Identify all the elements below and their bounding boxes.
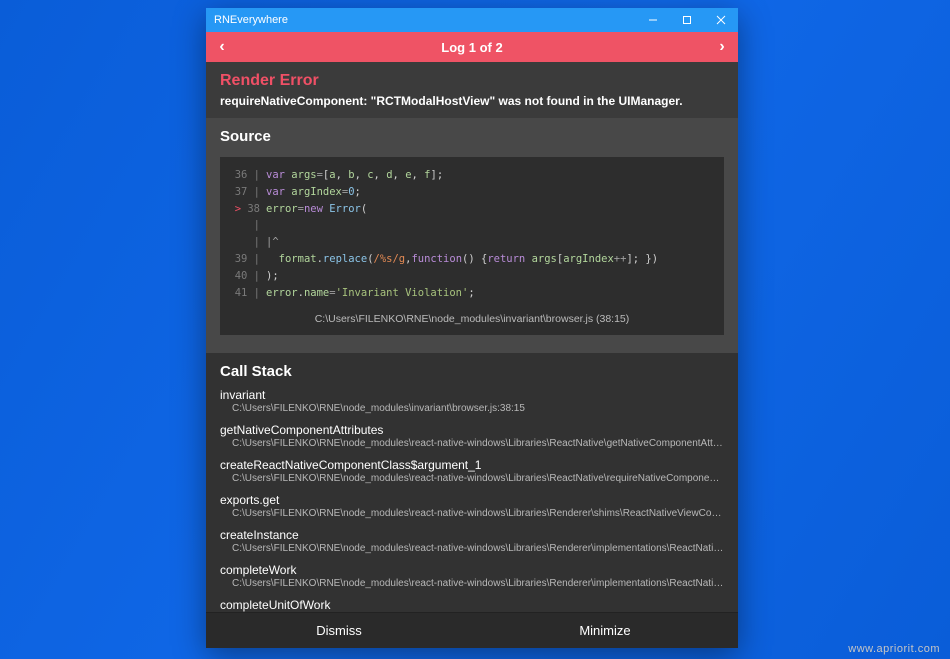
error-title: Render Error [220, 72, 724, 90]
source-code: var argIndex=0; [266, 184, 361, 201]
source-heading: Source [206, 118, 738, 151]
source-code: |^ [266, 234, 279, 251]
window-controls [636, 8, 738, 32]
source-file-path: C:\Users\FILENKO\RNE\node_modules\invari… [232, 313, 712, 325]
dismiss-button[interactable]: Dismiss [206, 613, 472, 648]
minimize-button[interactable]: Minimize [472, 613, 738, 648]
callstack-item[interactable]: exports.getC:\Users\FILENKO\RNE\node_mod… [220, 493, 724, 520]
callstack-function-name: exports.get [220, 493, 724, 507]
callstack-item[interactable]: completeUnitOfWork [220, 598, 724, 612]
line-gutter: 36 | [232, 167, 266, 184]
close-window-button[interactable] [704, 8, 738, 32]
source-code-block: 36 |var args=[a, b, c, d, e, f];37 |var … [220, 157, 724, 335]
app-window: RNEverywhere ‹ Log 1 of 2 › Render Error… [206, 8, 738, 648]
source-line: 40 |); [232, 268, 712, 285]
error-message: requireNativeComponent: "RCTModalHostVie… [220, 94, 724, 108]
source-line: ||^ [232, 234, 712, 251]
action-buttons-row: Dismiss Minimize [206, 612, 738, 648]
source-code: var args=[a, b, c, d, e, f]; [266, 167, 443, 184]
error-header: Render Error requireNativeComponent: "RC… [206, 62, 738, 118]
minimize-window-button[interactable] [636, 8, 670, 32]
source-code: error=new Error( [266, 201, 367, 218]
callstack-file-path: C:\Users\FILENKO\RNE\node_modules\react-… [220, 577, 724, 590]
callstack-item[interactable]: createInstanceC:\Users\FILENKO\RNE\node_… [220, 528, 724, 555]
callstack-function-name: createInstance [220, 528, 724, 542]
callstack-heading: Call Stack [206, 353, 738, 388]
log-counter-label: Log 1 of 2 [230, 40, 714, 55]
line-gutter: | [232, 234, 266, 251]
source-section: Source 36 |var args=[a, b, c, d, e, f];3… [206, 118, 738, 353]
source-code: format.replace(/%s/g,function() {return … [266, 251, 658, 268]
callstack-file-path: C:\Users\FILENKO\RNE\node_modules\react-… [220, 507, 724, 520]
callstack-file-path: C:\Users\FILENKO\RNE\node_modules\invari… [220, 402, 724, 415]
callstack-file-path: C:\Users\FILENKO\RNE\node_modules\react-… [220, 542, 724, 555]
next-log-button[interactable]: › [714, 38, 730, 56]
source-line: 39 | format.replace(/%s/g,function() {re… [232, 251, 712, 268]
source-line: > 38 |error=new Error( [232, 201, 712, 235]
log-navigation-bar: ‹ Log 1 of 2 › [206, 32, 738, 62]
callstack-function-name: invariant [220, 388, 724, 402]
line-gutter: 40 | [232, 268, 266, 285]
maximize-window-button[interactable] [670, 8, 704, 32]
line-gutter: 37 | [232, 184, 266, 201]
prev-log-button[interactable]: ‹ [214, 38, 230, 56]
source-line: 36 |var args=[a, b, c, d, e, f]; [232, 167, 712, 184]
source-line: 37 |var argIndex=0; [232, 184, 712, 201]
callstack-function-name: completeWork [220, 563, 724, 577]
callstack-function-name: completeUnitOfWork [220, 598, 724, 612]
source-code: ); [266, 268, 279, 285]
callstack-function-name: createReactNativeComponentClass$argument… [220, 458, 724, 472]
line-gutter: 39 | [232, 251, 266, 268]
callstack-item[interactable]: getNativeComponentAttributesC:\Users\FIL… [220, 423, 724, 450]
window-title: RNEverywhere [214, 14, 636, 26]
callstack-file-path: C:\Users\FILENKO\RNE\node_modules\react-… [220, 472, 724, 485]
line-gutter: 41 | [232, 285, 266, 302]
titlebar[interactable]: RNEverywhere [206, 8, 738, 32]
callstack-item[interactable]: createReactNativeComponentClass$argument… [220, 458, 724, 485]
callstack-section: Call Stack invariantC:\Users\FILENKO\RNE… [206, 353, 738, 612]
line-gutter: > 38 | [232, 201, 266, 235]
callstack-file-path: C:\Users\FILENKO\RNE\node_modules\react-… [220, 437, 724, 450]
source-line: 41 |error.name='Invariant Violation'; [232, 285, 712, 302]
callstack-function-name: getNativeComponentAttributes [220, 423, 724, 437]
callstack-item[interactable]: invariantC:\Users\FILENKO\RNE\node_modul… [220, 388, 724, 415]
callstack-item[interactable]: completeWorkC:\Users\FILENKO\RNE\node_mo… [220, 563, 724, 590]
watermark: www.apriorit.com [848, 643, 940, 655]
source-code: error.name='Invariant Violation'; [266, 285, 475, 302]
callstack-list: invariantC:\Users\FILENKO\RNE\node_modul… [206, 388, 738, 612]
